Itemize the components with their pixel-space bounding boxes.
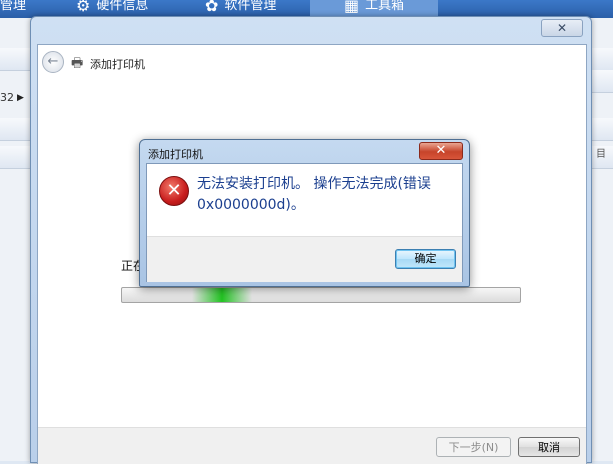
tab-management-label: 管理	[0, 0, 27, 13]
wizard-title: 添加打印机	[90, 58, 145, 71]
toolbox-icon: ▦	[344, 0, 360, 15]
right-panel-row	[590, 48, 613, 71]
right-panel-text: 目	[596, 149, 606, 160]
install-progress-bar	[121, 287, 521, 303]
left-panel-row	[0, 118, 32, 141]
gear-icon: ⚙	[76, 0, 91, 15]
left-panel-row	[0, 146, 32, 169]
next-button[interactable]: 下一步(N)	[436, 437, 511, 457]
background-left-panel: 32 ▶	[0, 18, 33, 461]
dialog-title: 添加打印机	[148, 148, 203, 161]
ok-button[interactable]: 确定	[395, 249, 456, 269]
dialog-close-button[interactable]: ✕	[419, 142, 463, 160]
progress-fill	[192, 288, 252, 302]
triangle-right-icon[interactable]: ▶	[17, 93, 24, 103]
dialog-footer: 确定	[147, 236, 462, 282]
tab-software-management-label: 软件管理	[224, 0, 277, 13]
left-panel-text: 32	[0, 91, 14, 104]
back-arrow-icon[interactable]: ←	[42, 51, 64, 73]
wizard-header: ← 🖶 添加打印机	[38, 45, 586, 79]
error-message-line-2: 0x0000000d)。	[197, 197, 305, 213]
dialog-body: ✕ 无法安装打印机。 操作无法完成(错误 0x0000000d)。 确定	[146, 163, 463, 282]
tab-management[interactable]: 管理	[0, 0, 26, 18]
tab-hardware-info-label: 硬件信息	[96, 0, 149, 13]
error-icon: ✕	[159, 176, 189, 206]
error-dialog: 添加打印机 ✕ ✕ 无法安装打印机。 操作无法完成(错误 0x0000000d)…	[139, 139, 470, 287]
wizard-close-button[interactable]: ✕	[541, 19, 583, 37]
left-panel-row	[0, 48, 32, 71]
wizard-footer: 下一步(N) 取消	[38, 427, 586, 464]
error-message: 无法安装打印机。 操作无法完成(错误 0x0000000d)。	[197, 174, 457, 216]
right-panel-row	[590, 118, 613, 141]
error-message-line-1: 无法安装打印机。 操作无法完成(错误	[197, 176, 431, 192]
tab-toolbox-label: 工具箱	[365, 0, 405, 13]
apps-icon: ✿	[205, 0, 219, 15]
cancel-button[interactable]: 取消	[518, 437, 580, 457]
right-panel-row	[590, 70, 613, 93]
printer-icon: 🖶	[71, 56, 84, 71]
background-right-panel: 目	[590, 18, 613, 461]
